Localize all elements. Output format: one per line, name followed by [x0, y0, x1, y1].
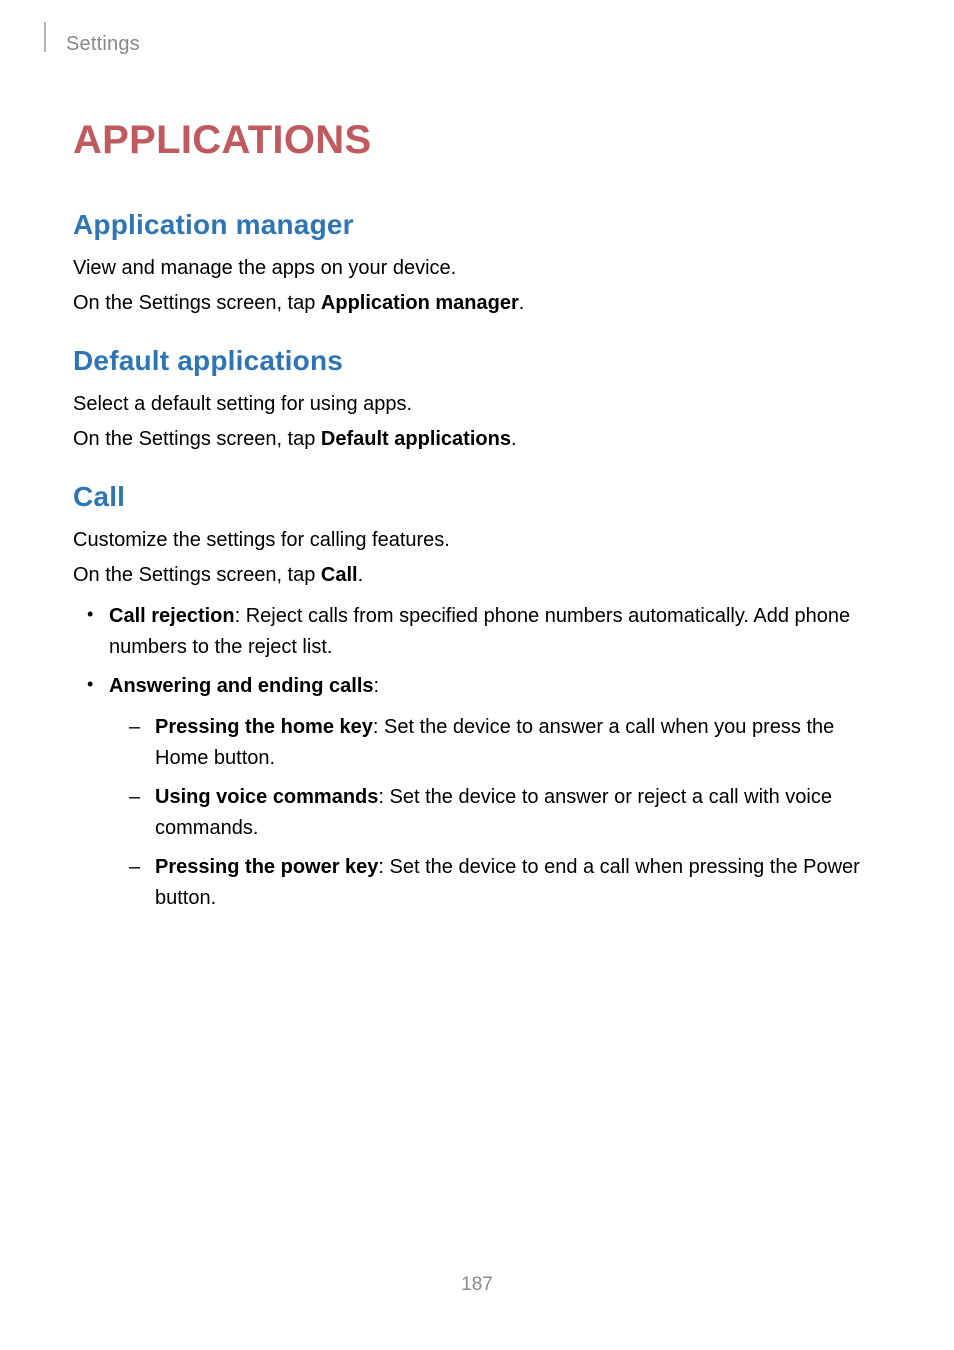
- bullet-list: Call rejection: Reject calls from specif…: [73, 601, 881, 914]
- text: On the Settings screen, tap: [73, 564, 321, 586]
- bold-text: Default applications: [321, 428, 511, 450]
- page-number: 187: [0, 1274, 954, 1296]
- bold-text: Pressing the power key: [155, 856, 378, 878]
- text: On the Settings screen, tap: [73, 428, 321, 450]
- breadcrumb: Settings: [66, 33, 881, 56]
- list-item: Pressing the home key: Set the device to…: [109, 712, 881, 774]
- text: .: [358, 564, 364, 586]
- header-rule: [44, 22, 46, 52]
- bold-text: Call: [321, 564, 358, 586]
- list-item: Using voice commands: Set the device to …: [109, 782, 881, 844]
- bold-text: Application manager: [321, 292, 519, 314]
- bold-text: Pressing the home key: [155, 716, 373, 738]
- text: .: [519, 292, 525, 314]
- page-title: APPLICATIONS: [73, 118, 881, 163]
- section-application-manager: Application manager View and manage the …: [73, 209, 881, 319]
- section-heading: Default applications: [73, 345, 881, 377]
- bold-text: Using voice commands: [155, 786, 378, 808]
- text: On the Settings screen, tap: [73, 292, 321, 314]
- text: .: [511, 428, 517, 450]
- section-call: Call Customize the settings for calling …: [73, 481, 881, 914]
- section-text: View and manage the apps on your device.: [73, 253, 881, 284]
- section-heading: Call: [73, 481, 881, 513]
- bold-text: Answering and ending calls: [109, 675, 374, 697]
- page: Settings APPLICATIONS Application manage…: [0, 0, 954, 1350]
- section-text: Select a default setting for using apps.: [73, 389, 881, 420]
- section-text: Customize the settings for calling featu…: [73, 525, 881, 556]
- section-text: On the Settings screen, tap Application …: [73, 288, 881, 319]
- text: :: [374, 675, 380, 697]
- section-text: On the Settings screen, tap Call.: [73, 560, 881, 591]
- sub-list: Pressing the home key: Set the device to…: [109, 712, 881, 914]
- list-item: Answering and ending calls: Pressing the…: [73, 671, 881, 914]
- list-item: Pressing the power key: Set the device t…: [109, 852, 881, 914]
- section-default-applications: Default applications Select a default se…: [73, 345, 881, 455]
- section-heading: Application manager: [73, 209, 881, 241]
- bold-text: Call rejection: [109, 605, 235, 627]
- list-item: Call rejection: Reject calls from specif…: [73, 601, 881, 663]
- section-text: On the Settings screen, tap Default appl…: [73, 424, 881, 455]
